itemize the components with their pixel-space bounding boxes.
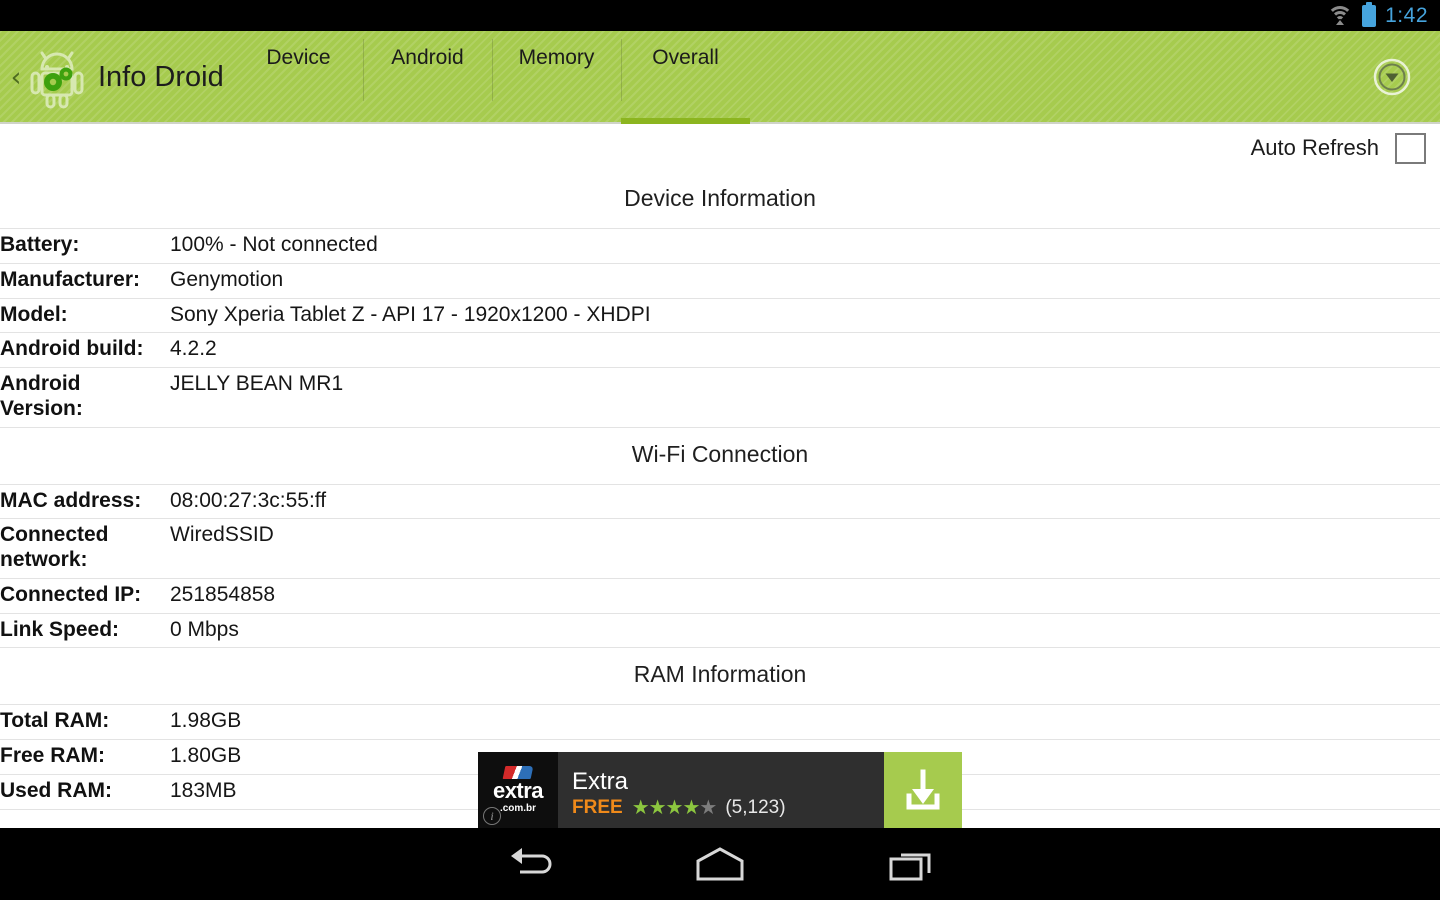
- row-label: Total RAM:: [0, 709, 110, 733]
- ad-body: Extra FREE ★★★★★ (5,123): [558, 752, 884, 828]
- row-value: 4.2.2: [170, 337, 217, 361]
- row-value: 0 Mbps: [170, 617, 239, 641]
- row-label: Android build:: [0, 337, 144, 361]
- nav-home-button[interactable]: [624, 846, 817, 882]
- ad-price: FREE: [572, 796, 623, 818]
- auto-refresh-control[interactable]: Auto Refresh: [1251, 124, 1426, 172]
- app-title: Info Droid: [98, 61, 224, 93]
- row-value: 251854858: [170, 582, 276, 606]
- ad-logo-text: extra: [492, 778, 544, 803]
- status-bar: 1:42: [0, 0, 1440, 31]
- ad-banner[interactable]: extra .com.br i Extra FREE ★★★★★ (5,123): [478, 752, 962, 828]
- tab-overall-label: Overall: [652, 46, 719, 69]
- home-icon: [696, 847, 744, 881]
- ad-rating-count: (5,123): [725, 796, 786, 818]
- nav-back-button[interactable]: [431, 847, 624, 881]
- ad-title: Extra: [572, 768, 629, 796]
- auto-refresh-checkbox[interactable]: [1395, 132, 1426, 164]
- row-value: JELLY BEAN MR1: [170, 372, 344, 396]
- tab-device-label: Device: [266, 46, 331, 69]
- back-arrow-icon: [511, 848, 552, 874]
- table-row: Battery: 100% - Not connected: [0, 228, 1440, 264]
- back-chevron-icon[interactable]: ‹: [6, 58, 26, 98]
- row-label: Connected network:: [0, 523, 109, 572]
- row-value: 08:00:27:3c:55:ff: [170, 488, 327, 512]
- info-content: Device Information Battery: 100% - Not c…: [0, 172, 1440, 810]
- section-title-ram-information: RAM Information: [633, 661, 807, 688]
- tab-android[interactable]: Android: [363, 31, 492, 124]
- extra-flag-icon: [502, 766, 534, 779]
- table-wifi-connection: MAC address: 08:00:27:3c:55:ff Connected…: [0, 484, 1440, 649]
- battery-icon: [1362, 1, 1377, 27]
- row-label: Connected IP:: [0, 582, 142, 606]
- auto-refresh-label: Auto Refresh: [1250, 135, 1379, 160]
- ad-advertiser-logo: extra .com.br i: [478, 752, 558, 828]
- recent-apps-icon: [889, 853, 931, 881]
- tab-memory[interactable]: Memory: [492, 31, 621, 124]
- download-icon: [906, 769, 940, 810]
- section-title-wifi-connection: Wi-Fi Connection: [631, 440, 809, 467]
- tab-android-label: Android: [391, 46, 464, 69]
- table-row: Connected IP: 251854858: [0, 578, 1440, 614]
- table-row: Manufacturer: Genymotion: [0, 263, 1440, 299]
- android-gear-icon[interactable]: [30, 47, 84, 109]
- chevron-down-circle-icon[interactable]: [1372, 57, 1412, 97]
- ad-download-button[interactable]: [884, 752, 962, 828]
- ad-rating-stars: ★★★★★: [631, 796, 718, 819]
- ad-meta: FREE ★★★★★ (5,123): [572, 797, 884, 819]
- tab-memory-label: Memory: [518, 46, 595, 69]
- row-label: Android Version:: [0, 372, 83, 420]
- section-title-device-information: Device Information: [624, 185, 816, 211]
- nav-recents-button[interactable]: [817, 846, 1010, 882]
- table-device-information: Battery: 100% - Not connected Manufactur…: [0, 228, 1440, 428]
- row-value: WiredSSID: [170, 523, 274, 547]
- table-row: Model: Sony Xperia Tablet Z - API 17 - 1…: [0, 298, 1440, 333]
- row-value: Sony Xperia Tablet Z - API 17 - 1920x120…: [170, 302, 651, 326]
- tab-bar: Device Android Memory Overall: [234, 31, 750, 124]
- row-label: Model:: [0, 302, 68, 326]
- tab-overall[interactable]: Overall: [621, 31, 750, 124]
- table-row: MAC address: 08:00:27:3c:55:ff: [0, 484, 1440, 519]
- row-label: Manufacturer:: [0, 267, 141, 291]
- row-label: Used RAM:: [0, 778, 113, 802]
- table-row: Link Speed: 0 Mbps: [0, 613, 1440, 648]
- action-bar: ‹ Info Droid Device Android Memory Overa…: [0, 31, 1440, 124]
- navigation-bar: [0, 828, 1440, 900]
- row-label: Free RAM:: [0, 744, 106, 768]
- row-label: Battery:: [0, 233, 80, 256]
- row-value: Genymotion: [170, 267, 284, 291]
- android-screen: 1:42 ‹ Info Droid Device Android Memory …: [0, 0, 1440, 900]
- row-value: 100% - Not connected: [170, 233, 378, 256]
- action-bar-left: ‹ Info Droid: [0, 31, 224, 124]
- row-label: Link Speed:: [0, 617, 120, 641]
- row-label: MAC address:: [0, 488, 142, 512]
- table-row: Android Version: JELLY BEAN MR1: [0, 368, 1440, 428]
- ad-logo-domain: .com.br: [499, 803, 537, 814]
- info-icon[interactable]: i: [483, 807, 501, 825]
- status-clock: 1:42: [1385, 3, 1428, 27]
- wifi-icon: [1327, 6, 1354, 25]
- tab-device[interactable]: Device: [234, 31, 363, 124]
- table-row: Total RAM: 1.98GB: [0, 704, 1440, 740]
- table-row: Android build: 4.2.2: [0, 333, 1440, 368]
- table-row: Connected network: WiredSSID: [0, 519, 1440, 579]
- row-value: 1.98GB: [170, 709, 242, 733]
